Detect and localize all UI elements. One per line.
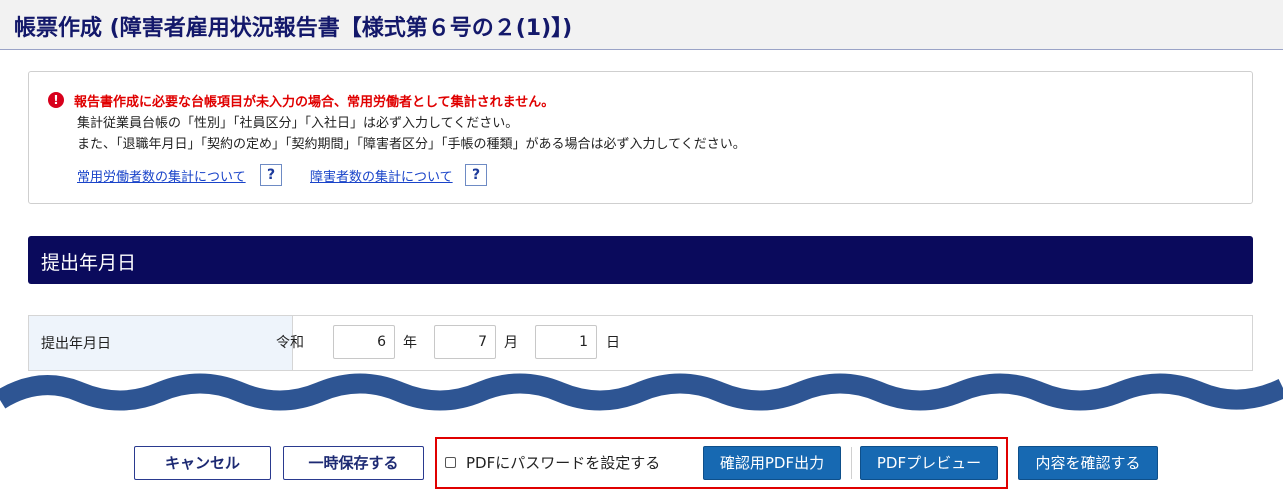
cancel-button[interactable]: キャンセル [134,446,271,480]
notice-error-text: 報告書作成に必要な台帳項目が未入力の場合、常用労働者として集計されません。 [74,95,555,110]
wave-divider [0,373,1283,411]
confirm-pdf-output-button[interactable]: 確認用PDF出力 [703,446,841,480]
help-question-icon[interactable]: ? [465,164,487,186]
day-input[interactable] [535,325,597,359]
notice-box: ! 報告書作成に必要な台帳項目が未入力の場合、常用労働者として集計されません。 … [28,71,1253,204]
help-question-icon[interactable]: ? [260,164,282,186]
confirm-content-button[interactable]: 内容を確認する [1018,446,1158,480]
pdf-password-label[interactable]: PDFにパスワードを設定する [466,452,660,473]
month-unit: 月 [504,335,518,351]
help-link-regular-workers[interactable]: 常用労働者数の集計について [77,166,246,185]
year-input[interactable] [333,325,395,359]
page-title: 帳票作成 (障害者雇用状況報告書【様式第６号の２(1)】) [14,16,573,41]
year-unit: 年 [403,335,417,351]
page-header: 帳票作成 (障害者雇用状況報告書【様式第６号の２(1)】) [0,0,1283,50]
exclamation-circle-icon: ! [48,92,64,108]
divider [851,447,852,479]
notice-line-2: また、「退職年月日」「契約の定め」「契約期間」「障害者区分」「手帳の種類」がある… [77,137,746,152]
section-title: 提出年月日 [41,252,137,274]
pdf-password-checkbox[interactable] [445,457,456,468]
notice-line-1: 集計従業員台帳の「性別」「社員区分」「入社日」は必ず入力してください。 [77,116,519,131]
era-label: 令和 [276,335,304,351]
month-input[interactable] [434,325,496,359]
section-header: 提出年月日 [28,236,1253,284]
temporary-save-button[interactable]: 一時保存する [283,446,424,480]
submission-date-label: 提出年月日 [41,336,111,352]
help-link-disabled-count[interactable]: 障害者数の集計について [310,166,453,185]
pdf-preview-button[interactable]: PDFプレビュー [860,446,998,480]
day-unit: 日 [606,335,620,351]
